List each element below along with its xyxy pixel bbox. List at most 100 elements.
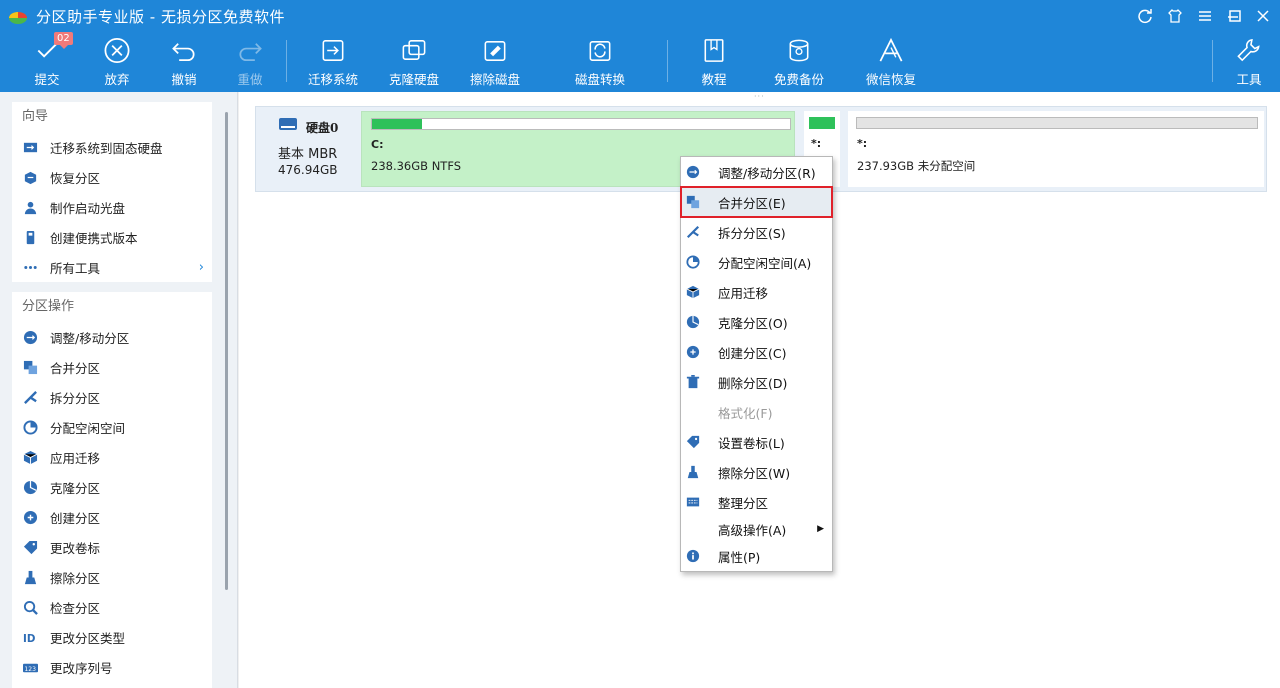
partition-label: *: <box>857 137 868 150</box>
menu-item-clone[interactable]: 克隆分区(O) <box>681 307 832 337</box>
disk-size: 476.94GB <box>278 163 338 177</box>
sidebar-item-split[interactable]: 拆分分区 <box>12 382 212 412</box>
sidebar-item-label: 创建分区 <box>50 510 101 526</box>
menu-item-label: 属性(P) <box>718 549 761 565</box>
redo-label: 重做 <box>237 72 263 87</box>
sidebar: 向导 迁移系统到固态硬盘 恢复分区 制作启动光盘 创建便携式版本 所有工具 › … <box>0 92 238 688</box>
menu-item-defrag[interactable]: 整理分区 <box>681 487 832 517</box>
menu-item-label: 拆分分区(S) <box>718 225 786 241</box>
sidebar-item-migrate-ssd[interactable]: 迁移系统到固态硬盘 <box>12 132 212 162</box>
menu-item-allocate-free[interactable]: 分配空闲空间(A) <box>681 247 832 277</box>
migrate-os-button[interactable]: 迁移系统 <box>306 36 360 88</box>
title-bar: 分区助手专业版 - 无损分区免费软件 <box>0 0 1280 32</box>
close-button[interactable] <box>1250 4 1276 28</box>
toolbar-separator <box>667 40 668 82</box>
menu-item-advanced[interactable]: 高级操作(A) ▶ <box>681 514 832 544</box>
defrag-icon <box>685 494 701 510</box>
app-logo-icon <box>9 12 27 24</box>
sidebar-item-label: 分配空闲空间 <box>50 420 126 436</box>
maximize-button-visual[interactable] <box>1222 4 1248 28</box>
menu-item-create[interactable]: 创建分区(C) <box>681 337 832 367</box>
partition-label: C: <box>371 138 384 151</box>
tools-button[interactable]: 工具 <box>1232 36 1266 88</box>
sidebar-item-change-label[interactable]: 更改卷标 <box>12 532 212 562</box>
sidebar-item-clone-partition[interactable]: 克隆分区 <box>12 472 212 502</box>
allocate-icon <box>685 254 701 270</box>
menu-item-set-label[interactable]: 设置卷标(L) <box>681 427 832 457</box>
sidebar-item-change-serial[interactable]: 123 更改序列号 <box>12 652 212 682</box>
sidebar-item-resize-move[interactable]: 调整/移动分区 <box>12 322 212 352</box>
commit-button[interactable]: 02 提交 <box>30 32 73 88</box>
sidebar-item-check-partition[interactable]: 检查分区 <box>12 592 212 622</box>
wechat-recovery-button[interactable]: 微信恢复 <box>864 36 918 88</box>
menu-item-label: 整理分区 <box>718 495 769 511</box>
menu-item-properties[interactable]: 属性(P) <box>681 541 832 571</box>
menu-item-format[interactable]: 格式化(F) <box>681 397 832 427</box>
wipe-disk-button[interactable]: 擦除磁盘 <box>468 36 522 88</box>
discard-button[interactable]: 放弃 <box>100 36 134 88</box>
sidebar-item-label: 应用迁移 <box>50 450 101 466</box>
menu-icon <box>1199 11 1211 21</box>
sidebar-item-portable-version[interactable]: 创建便携式版本 <box>12 222 212 252</box>
skin-button[interactable] <box>1162 4 1188 28</box>
maximize-icon <box>1229 10 1241 22</box>
convert-disk-button[interactable]: 磁盘转换 <box>573 36 627 88</box>
top-bar: 分区助手专业版 - 无损分区免费软件 02 提交 放弃 撤销 重做 迁移系统 克… <box>0 0 1280 92</box>
info-icon <box>685 548 701 564</box>
create-icon <box>685 344 701 360</box>
undo-button[interactable]: 撤销 <box>167 36 201 88</box>
sidebar-item-label: 调整/移动分区 <box>50 330 130 346</box>
sidebar-item-change-type[interactable]: ID 更改分区类型 <box>12 622 212 652</box>
discard-label: 放弃 <box>104 72 130 87</box>
sidebar-item-app-migrate[interactable]: 应用迁移 <box>12 442 212 472</box>
sidebar-item-all-tools[interactable]: 所有工具 › <box>12 252 212 282</box>
refresh-button[interactable] <box>1132 4 1158 28</box>
partition-usage-bar <box>856 117 1258 129</box>
sidebar-item-label: 更改序列号 <box>50 660 113 676</box>
clone-icon <box>22 479 38 495</box>
free-backup-button[interactable]: 免费备份 <box>772 36 826 88</box>
sidebar-item-label: 制作启动光盘 <box>50 200 126 216</box>
menu-item-wipe[interactable]: 擦除分区(W) <box>681 457 832 487</box>
sidebar-item-allocate-free[interactable]: 分配空闲空间 <box>12 412 212 442</box>
menu-item-merge[interactable]: 合并分区(E) <box>680 186 833 218</box>
sidebar-item-create-partition[interactable]: 创建分区 <box>12 502 212 532</box>
menu-item-app-migrate[interactable]: 应用迁移 <box>681 277 832 307</box>
menu-item-label: 删除分区(D) <box>718 375 788 391</box>
wipe-icon <box>22 569 38 585</box>
context-menu: 调整/移动分区(R) 合并分区(E) 拆分分区(S) 分配空闲空间(A) 应用迁… <box>680 156 833 572</box>
sidebar-item-wipe-partition[interactable]: 擦除分区 <box>12 562 212 592</box>
resize-icon <box>22 329 38 345</box>
sidebar-scrollbar[interactable] <box>225 112 228 590</box>
partition-unallocated[interactable]: *: 237.93GB 未分配空间 <box>848 111 1264 187</box>
sidebar-item-merge[interactable]: 合并分区 <box>12 352 212 382</box>
clone-disk-button[interactable]: 克隆硬盘 <box>387 36 441 88</box>
menu-item-resize-move[interactable]: 调整/移动分区(R) <box>681 157 832 187</box>
partition-ops-title: 分区操作 <box>22 299 75 314</box>
convert-disk-icon <box>589 41 611 61</box>
menu-button[interactable] <box>1192 4 1218 28</box>
splitter-handle[interactable]: ··· <box>754 92 765 101</box>
tutorial-button[interactable]: 教程 <box>697 36 731 88</box>
sidebar-item-recover-partition[interactable]: 恢复分区 <box>12 162 212 192</box>
split-icon <box>22 389 38 405</box>
menu-item-label: 调整/移动分区(R) <box>718 165 816 181</box>
wechat-recovery-label: 微信恢复 <box>865 72 916 87</box>
redo-icon <box>239 43 262 62</box>
migrate-icon <box>22 139 38 155</box>
sidebar-item-label: 创建便携式版本 <box>50 230 138 246</box>
close-icon <box>1257 10 1269 22</box>
bootdisk-icon <box>22 199 38 215</box>
wizard-panel: 向导 迁移系统到固态硬盘 恢复分区 制作启动光盘 创建便携式版本 所有工具 › <box>12 102 212 282</box>
menu-item-label: 设置卷标(L) <box>718 435 785 451</box>
sidebar-item-label: 擦除分区 <box>50 570 101 586</box>
menu-item-split[interactable]: 拆分分区(S) <box>681 217 832 247</box>
disk-info[interactable]: 硬盘0 基本 MBR 476.94GB <box>256 107 360 191</box>
sidebar-item-bootable-media[interactable]: 制作启动光盘 <box>12 192 212 222</box>
create-icon <box>22 509 38 525</box>
menu-item-delete[interactable]: 删除分区(D) <box>681 367 832 397</box>
backup-database-icon <box>789 39 809 62</box>
svg-text:ID: ID <box>23 633 36 645</box>
redo-button[interactable]: 重做 <box>233 36 267 88</box>
refresh-icon <box>1138 9 1152 24</box>
